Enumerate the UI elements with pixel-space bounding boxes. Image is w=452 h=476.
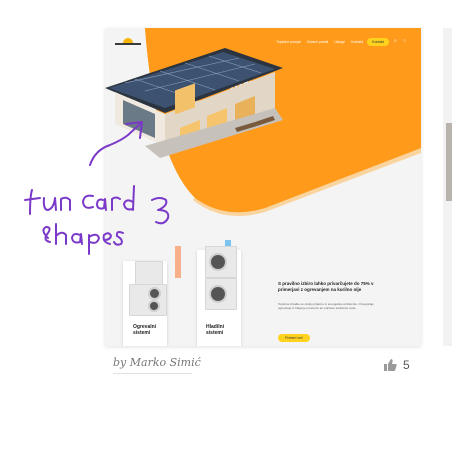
like-count: 5 bbox=[403, 358, 410, 372]
handwritten-annotation bbox=[24, 121, 170, 255]
author-credit[interactable]: by Marko Simić bbox=[113, 356, 201, 369]
thumbs-up-icon[interactable] bbox=[383, 358, 397, 372]
likes[interactable]: 5 bbox=[383, 358, 410, 372]
author-underline bbox=[113, 373, 192, 374]
